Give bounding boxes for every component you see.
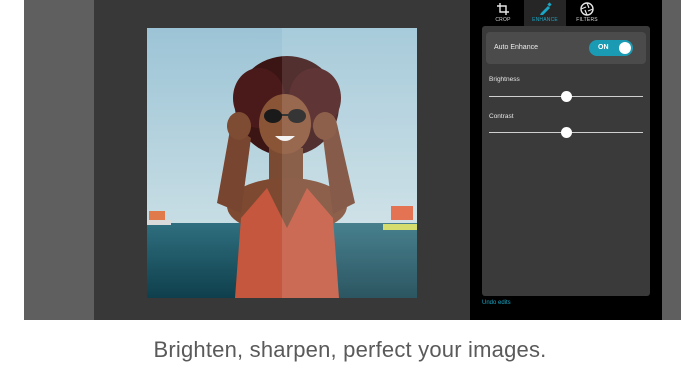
tab-enhance[interactable]: ENHANCE [524,0,566,26]
photo-preview[interactable] [147,28,417,298]
tab-filters-label: FILTERS [576,17,598,23]
contrast-slider[interactable] [489,127,643,138]
tab-crop-label: CROP [495,17,511,23]
auto-enhance-row: Auto Enhance ON [486,32,646,64]
tab-crop[interactable]: CROP [482,0,524,26]
aperture-icon [580,2,594,16]
toggle-state-text: ON [598,44,609,51]
auto-enhance-label: Auto Enhance [494,44,538,51]
toggle-knob [619,42,631,54]
contrast-slider-thumb[interactable] [560,127,572,138]
photo-image [147,28,417,298]
caption-text: Brighten, sharpen, perfect your images. [153,337,547,362]
crop-icon [497,3,509,15]
pencil-icon [540,2,552,15]
auto-enhance-toggle[interactable]: ON [589,40,633,56]
image-canvas [94,0,470,320]
brightness-label: Brightness [489,76,520,83]
tab-filters[interactable]: FILTERS [566,0,608,26]
enhance-controls: Auto Enhance ON Brightness Contrast [482,26,650,296]
tool-tabs: CROP ENHANCE FILTERS [470,0,662,26]
tab-enhance-label: ENHANCE [532,17,558,23]
contrast-label: Contrast [489,113,514,120]
editor-screen: CROP ENHANCE FILTERS Auto Enhance ON Bri… [94,0,662,320]
device-frame: CROP ENHANCE FILTERS Auto Enhance ON Bri… [24,0,681,320]
edit-panel: CROP ENHANCE FILTERS Auto Enhance ON Bri… [470,0,662,320]
brightness-slider-thumb[interactable] [560,91,572,102]
brightness-slider[interactable] [489,91,643,102]
undo-edits-link[interactable]: Undo edits [482,300,511,306]
